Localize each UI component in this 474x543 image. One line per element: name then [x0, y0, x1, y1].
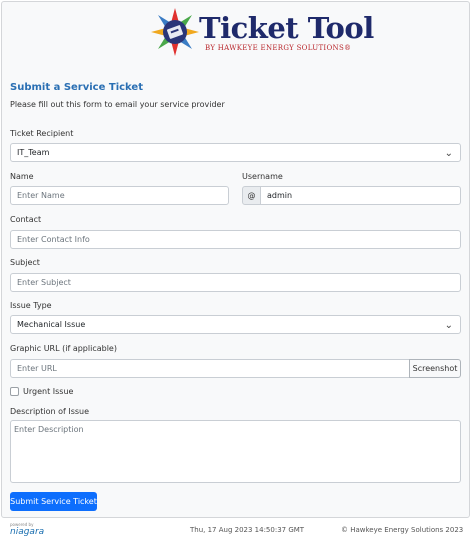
name-input[interactable]: Enter Name	[10, 186, 229, 205]
subject-placeholder: Enter Subject	[17, 278, 71, 287]
urgent-checkbox[interactable]	[10, 387, 19, 396]
subject-label: Subject	[10, 258, 40, 267]
subject-input[interactable]: Enter Subject	[10, 273, 461, 292]
issue-type-value: Mechanical Issue	[17, 320, 86, 329]
graphic-url-placeholder: Enter URL	[17, 364, 57, 373]
logo-title: Ticket Tool	[199, 11, 374, 45]
name-placeholder: Enter Name	[17, 191, 65, 200]
niagara-wordmark: niagara	[10, 527, 45, 537]
recipient-value: IT_Team	[17, 148, 50, 157]
chevron-down-icon: ⌄	[444, 320, 453, 331]
username-input[interactable]: admin	[260, 186, 461, 205]
graphic-url-input[interactable]: Enter URL	[10, 359, 410, 378]
recipient-label: Ticket Recipient	[10, 129, 74, 138]
sunburst-ticket-icon	[151, 8, 199, 56]
name-label: Name	[10, 172, 34, 181]
username-label: Username	[242, 172, 283, 181]
page-subtitle: Please fill out this form to email your …	[10, 100, 225, 109]
issue-type-select[interactable]: Mechanical Issue ⌄	[10, 315, 461, 334]
contact-placeholder: Enter Contact Info	[17, 235, 90, 244]
recipient-select[interactable]: IT_Team ⌄	[10, 143, 461, 162]
ticket-tool-logo: Ticket Tool BY HAWKEYE ENERGY SOLUTIONS®	[150, 6, 374, 58]
username-value: admin	[267, 191, 293, 200]
footer-copyright: © Hawkeye Energy Solutions 2023	[341, 526, 464, 534]
contact-input[interactable]: Enter Contact Info	[10, 230, 461, 249]
urgent-label: Urgent Issue	[23, 387, 74, 396]
screenshot-button[interactable]: Screenshot	[409, 359, 461, 378]
description-textarea[interactable]: Enter Description	[10, 420, 461, 483]
chevron-down-icon: ⌄	[444, 148, 453, 159]
description-placeholder: Enter Description	[14, 425, 84, 434]
logo-subtitle: BY HAWKEYE ENERGY SOLUTIONS®	[205, 44, 352, 52]
footer-timestamp: Thu, 17 Aug 2023 14:50:37 GMT	[190, 526, 305, 534]
submit-button[interactable]: Submit Service Ticket	[10, 492, 97, 511]
description-label: Description of Issue	[10, 407, 90, 416]
niagara-logo: powered by niagara	[10, 522, 44, 537]
graphic-url-label: Graphic URL (if applicable)	[10, 344, 117, 353]
page-title: Submit a Service Ticket	[10, 82, 143, 93]
issue-type-label: Issue Type	[10, 301, 52, 310]
contact-label: Contact	[10, 215, 42, 224]
username-prefix: @	[242, 186, 261, 205]
